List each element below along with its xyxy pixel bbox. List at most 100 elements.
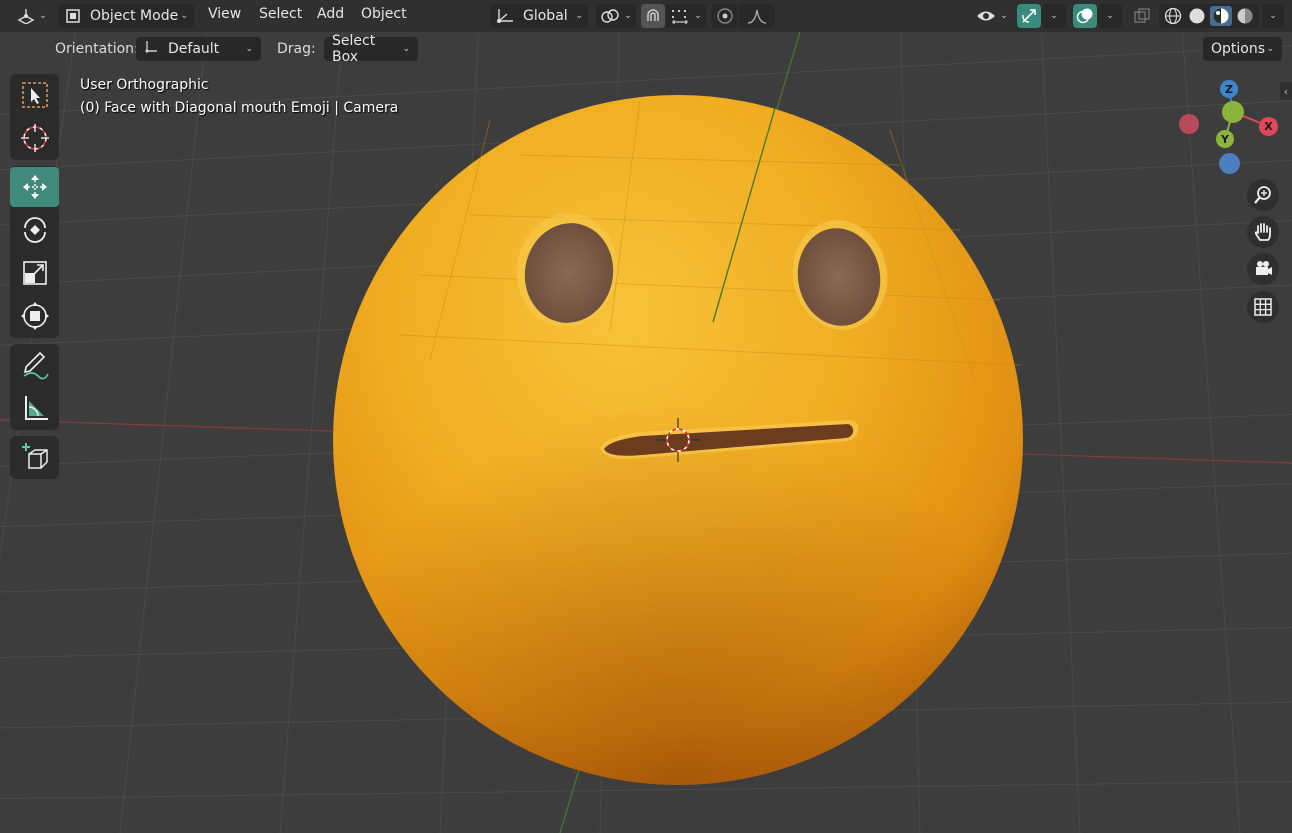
pan-button[interactable] — [1247, 216, 1279, 248]
proportional-editing-icon — [717, 8, 733, 24]
chevron-down-icon: ⌄ — [180, 11, 188, 21]
annotate-icon — [23, 351, 49, 380]
rendered-shading-button[interactable] — [1234, 6, 1256, 26]
mode-dropdown[interactable]: Object Mode ⌄ — [58, 4, 194, 28]
object-info: (0) Face with Diagonal mouth Emoji | Cam… — [80, 100, 399, 116]
chevron-down-icon: ⌄ — [1269, 11, 1277, 21]
drag-label: Drag: — [277, 41, 316, 57]
tool-move[interactable] — [10, 167, 59, 207]
tool-transform[interactable] — [10, 296, 59, 336]
camera-view-button[interactable] — [1247, 253, 1279, 285]
hand-icon — [1254, 223, 1271, 241]
view-name: User Orthographic — [80, 77, 209, 93]
chevron-down-icon: ⌄ — [624, 11, 632, 21]
orientation-dropdown[interactable]: Default ⌄ — [136, 37, 261, 61]
material-preview-button[interactable] — [1210, 6, 1232, 26]
snap-icon — [647, 9, 659, 21]
move-icon — [22, 175, 47, 199]
camera-icon — [1256, 261, 1272, 275]
grid-icon — [1254, 298, 1272, 316]
perspective-toggle-button[interactable] — [1247, 291, 1279, 323]
measure-icon — [24, 396, 48, 420]
chevron-down-icon: ⌄ — [245, 44, 253, 54]
gizmo-z-axis[interactable]: Z — [1220, 80, 1238, 98]
mode-label: Object Mode — [90, 8, 179, 24]
navigation-gizmo[interactable]: Z X Y — [1170, 75, 1290, 180]
visibility-dropdown[interactable]: ⌄ — [972, 4, 1012, 28]
gizmo-toggle[interactable] — [1017, 4, 1041, 28]
3d-viewport[interactable]: User Orthographic (0) Face with Diagonal… — [0, 0, 1292, 833]
falloff-icon — [747, 9, 767, 24]
tool-cursor[interactable] — [10, 118, 59, 158]
xray-icon — [1134, 8, 1150, 23]
gizmo-y-axis[interactable]: Y — [1216, 130, 1234, 148]
tool-scale[interactable] — [10, 253, 59, 293]
tool-measure[interactable] — [10, 388, 59, 428]
menu-add[interactable]: Add — [317, 6, 344, 22]
orientation-axes-icon — [144, 40, 162, 58]
zoom-button[interactable] — [1247, 179, 1279, 211]
gizmo-dropdown[interactable]: ⌄ — [1042, 4, 1066, 28]
transform-orientation-icon — [497, 9, 513, 23]
select-box-icon — [21, 82, 48, 108]
gizmo-icon — [1022, 9, 1036, 23]
pivot-point-dropdown[interactable]: ⌄ — [596, 4, 636, 28]
object-mode-icon — [66, 9, 80, 23]
overlay-dropdown[interactable]: ⌄ — [1098, 4, 1122, 28]
rotate-icon — [23, 217, 46, 243]
chevron-down-icon: ⌄ — [694, 11, 702, 21]
tool-rotate[interactable] — [10, 210, 59, 250]
chevron-down-icon: ⌄ — [1106, 11, 1114, 21]
tool-select-box[interactable] — [10, 75, 59, 115]
viewport-header: ⌄ Object Mode ⌄ View Select Add Object G… — [0, 0, 1292, 32]
gizmo-y-negative[interactable] — [1222, 101, 1244, 123]
gizmo-x-negative[interactable] — [1179, 114, 1199, 134]
overlay-toggle[interactable] — [1073, 4, 1097, 28]
gizmo-z-negative[interactable] — [1219, 153, 1240, 174]
options-label: Options — [1211, 41, 1266, 57]
menu-view[interactable]: View — [208, 6, 241, 22]
material-preview-icon — [1213, 8, 1229, 24]
zoom-icon — [1254, 186, 1271, 204]
emoji-mesh[interactable] — [333, 95, 1023, 785]
snap-increment-icon — [672, 10, 689, 24]
orientation-label: Orientation: — [55, 41, 139, 57]
transform-orientation-label: Global — [523, 8, 568, 24]
cursor-icon — [20, 124, 49, 152]
tool-add-cube[interactable] — [10, 437, 59, 477]
transform-icon — [20, 302, 49, 330]
scale-icon — [22, 261, 47, 285]
gizmo-x-axis[interactable]: X — [1259, 117, 1278, 136]
chevron-down-icon: ⌄ — [402, 44, 410, 54]
menu-object[interactable]: Object — [361, 6, 407, 22]
transform-orientation-dropdown[interactable]: Global ⌄ — [490, 4, 588, 28]
rendered-shading-icon — [1237, 8, 1253, 24]
pivot-point-icon — [601, 9, 619, 23]
solid-shading-icon — [1189, 8, 1205, 24]
overlay-icon — [1076, 8, 1093, 24]
editor-type-button[interactable]: ⌄ — [14, 4, 50, 28]
drag-value: Select Box — [332, 33, 376, 65]
orientation-value: Default — [168, 41, 220, 57]
tool-annotate[interactable] — [10, 345, 59, 385]
options-dropdown[interactable]: Options ⌄ — [1203, 37, 1282, 61]
xray-toggle[interactable] — [1130, 4, 1154, 28]
snap-toggle[interactable] — [641, 4, 665, 28]
falloff-dropdown[interactable] — [739, 4, 775, 28]
menu-select[interactable]: Select — [259, 6, 302, 22]
wireframe-shading-button[interactable] — [1162, 6, 1184, 26]
editor-type-icon — [17, 9, 35, 24]
snap-target-dropdown[interactable]: ⌄ — [666, 4, 706, 28]
chevron-down-icon: ⌄ — [39, 11, 47, 21]
chevron-down-icon: ⌄ — [1266, 44, 1274, 54]
add-cube-icon — [21, 443, 48, 469]
viewport-scene — [0, 0, 1292, 833]
chevron-down-icon: ⌄ — [575, 11, 583, 21]
proportional-editing-toggle[interactable] — [712, 4, 738, 28]
chevron-down-icon: ⌄ — [1000, 11, 1008, 21]
chevron-down-icon: ⌄ — [1050, 11, 1058, 21]
solid-shading-button[interactable] — [1186, 6, 1208, 26]
wireframe-shading-icon — [1164, 7, 1182, 25]
shading-options-dropdown[interactable]: ⌄ — [1262, 4, 1284, 28]
drag-dropdown[interactable]: Select Box ⌄ — [324, 33, 418, 65]
